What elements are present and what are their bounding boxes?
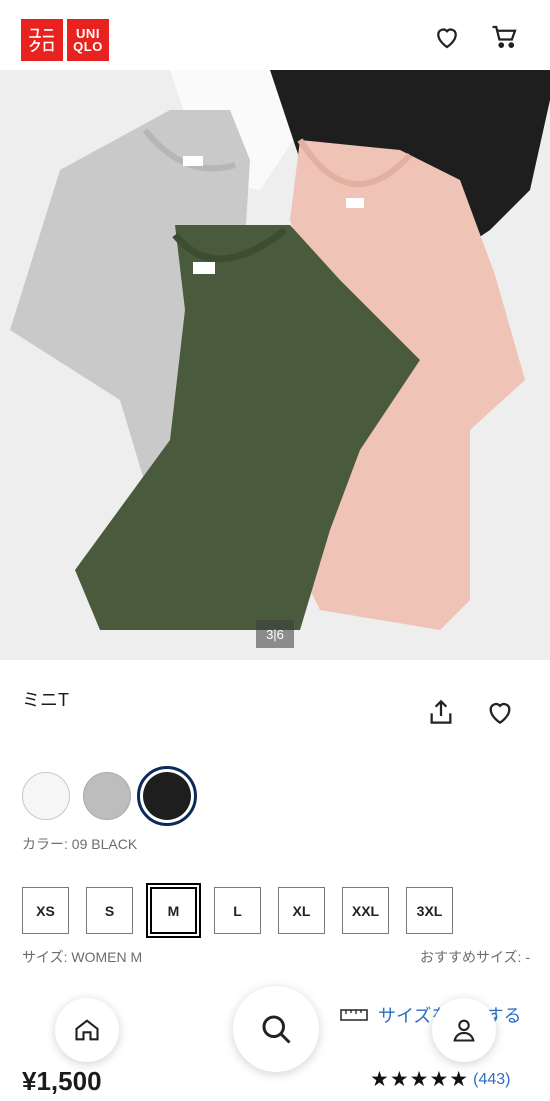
home-icon: [75, 1019, 99, 1041]
home-button[interactable]: [55, 998, 119, 1062]
size-l[interactable]: L: [214, 887, 261, 934]
ruler-icon: [340, 1009, 368, 1021]
swatch-gray[interactable]: [83, 772, 131, 820]
share-icon[interactable]: [425, 696, 457, 728]
recommended-size[interactable]: おすすめサイズ: -: [420, 947, 530, 967]
tshirt-illustration: [0, 70, 550, 660]
account-button[interactable]: [432, 998, 496, 1062]
swatch-white[interactable]: [22, 772, 70, 820]
search-button[interactable]: [233, 986, 319, 1072]
price: ¥1,500: [22, 1066, 102, 1096]
size-xxl[interactable]: XXL: [342, 887, 389, 934]
logo-line: クロ: [28, 39, 56, 54]
size-3xl[interactable]: 3XL: [406, 887, 453, 934]
header: ユニ クロ UNI QLO: [0, 0, 550, 70]
uniqlo-logo[interactable]: ユニ クロ UNI QLO: [21, 19, 109, 61]
swatch-black[interactable]: [143, 772, 191, 820]
rating-stars: ★★★★★: [370, 1068, 470, 1091]
product-image[interactable]: [0, 70, 550, 660]
review-count[interactable]: (443): [473, 1071, 510, 1089]
favorite-icon[interactable]: [484, 696, 516, 728]
size-m[interactable]: M: [146, 883, 201, 938]
size-s[interactable]: S: [86, 887, 133, 934]
cart-icon[interactable]: [490, 22, 520, 52]
color-label: カラー: 09 BLACK: [22, 836, 138, 852]
user-icon: [453, 1019, 475, 1042]
image-counter: 3|6: [256, 620, 294, 648]
heart-icon[interactable]: [432, 22, 462, 52]
size-label: サイズ: WOMEN M: [22, 949, 143, 965]
rating[interactable]: ★★★★★ (443): [370, 1067, 511, 1092]
size-xs[interactable]: XS: [22, 887, 69, 934]
logo-katakana-block: ユニ クロ: [21, 19, 63, 61]
search-icon: [262, 1015, 291, 1044]
product-title: ミニT: [22, 690, 69, 710]
logo-latin-block: UNI QLO: [67, 19, 109, 61]
logo-line: QLO: [73, 39, 103, 54]
size-xl[interactable]: XL: [278, 887, 325, 934]
